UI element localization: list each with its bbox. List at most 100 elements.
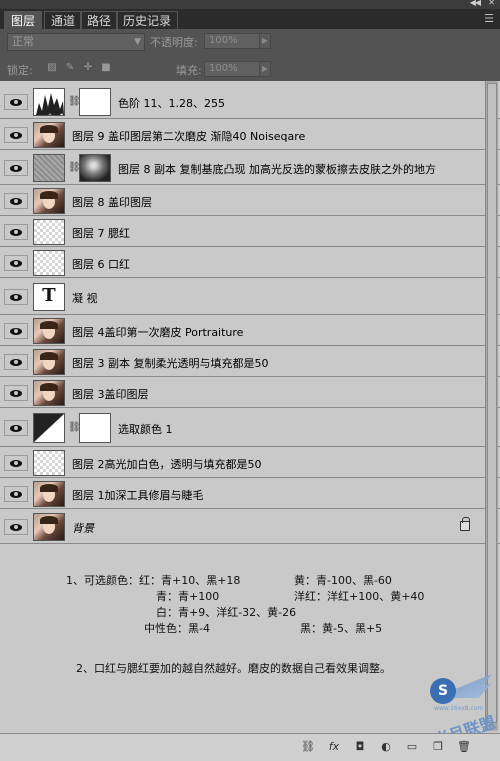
visibility-eye-icon[interactable] [4,160,28,176]
layer-name: 图层 6 口红 [72,258,130,271]
note-line: 黑：黄-5、黑+5 [300,622,383,635]
new-group-folder-icon[interactable]: ▭ [404,740,420,754]
lock-all-icon[interactable]: ■ [100,62,112,74]
note-line: 黄：青-100、黑-60 [294,574,392,587]
visibility-eye-icon[interactable] [4,193,28,209]
layer-row[interactable]: 图层 2高光加白色，透明与填充都是50 [0,448,500,478]
visibility-eye-icon[interactable] [4,255,28,271]
link-layers-icon[interactable]: ⛓ [300,740,316,754]
tab-paths[interactable]: 路径 [80,11,119,29]
layer-row[interactable]: 图层 6 口红 [0,248,500,278]
opacity-value: 100% [209,35,238,46]
visibility-eye-icon[interactable] [4,486,28,502]
layer-thumbnail [33,318,65,344]
layer-row[interactable]: 图层 4盖印第一次磨皮 Portraiture [0,316,500,346]
layers-scrollbar[interactable] [485,81,498,731]
watermark-url: www.16xx8.com [434,705,484,712]
note-line: 青：青+100 [156,590,220,603]
trash-icon[interactable]: 🗑 [456,740,472,754]
scrollbar-thumb[interactable] [487,83,497,723]
note-line: 洋红：洋红+100、黄+40 [294,590,425,603]
fill-value: 100% [209,63,238,74]
layer-row[interactable]: 图层 8 盖印图层 [0,186,500,216]
transparent-layer-thumbnail [33,250,65,276]
visibility-eye-icon[interactable] [4,420,28,436]
layer-thumbnail [33,349,65,375]
opacity-field[interactable]: 100% ▶ [204,33,271,49]
lock-icon [460,517,470,531]
note-line: 1、可选颜色：红：青+10、黑+18 [66,574,241,587]
lock-image-brush-icon[interactable]: ✎ [64,62,76,74]
opacity-label: 不透明度: [150,36,198,49]
visibility-eye-icon[interactable] [4,519,28,535]
layer-row[interactable]: ⛓ 选取颜色 1 [0,409,500,447]
layer-name: 图层 7 腮红 [72,227,130,240]
layer-thumbnail [33,188,65,214]
panel-menu-icon[interactable]: ☰ [484,12,494,25]
visibility-eye-icon[interactable] [4,289,28,305]
note-line: 白：青+9、洋红-32、黄-26 [156,606,297,619]
tab-history[interactable]: 历史记录 [116,11,179,29]
layer-style-fx-icon[interactable]: fx [326,740,342,754]
layer-name: 背景 [72,522,94,535]
layer-name: 凝 视 [72,292,98,305]
close-icon[interactable]: ✕ [488,0,495,7]
layer-row[interactable]: 图层 3盖印图层 [0,378,500,408]
layer-name: 图层 3 副本 复制柔光透明与填充都是50 [72,357,269,370]
visibility-eye-icon[interactable] [4,455,28,471]
layer-row[interactable]: 图层 9 盖印图层第二次磨皮 渐隐40 Noiseqare [0,120,500,150]
blend-mode-value: 正常 [12,35,34,48]
tab-layers[interactable]: 图层 [4,11,43,29]
layer-row[interactable]: 图层 1加深工具修眉与睫毛 [0,479,500,509]
layer-row-background[interactable]: 背景 [0,510,500,544]
layers-bottom-toolbar: ⛓ fx ◘ ◐ ▭ ❐ 🗑 [0,733,500,761]
link-chain-icon[interactable]: ⛓ [68,162,81,174]
visibility-eye-icon[interactable] [4,127,28,143]
adjustment-layer-icon[interactable]: ◐ [378,740,394,754]
layer-name: 图层 8 副本 复制基底凸现 加高光反选的蒙板擦去皮肤之外的地方 [118,163,436,176]
fill-field[interactable]: 100% ▶ [204,61,271,77]
text-layer-icon: T [42,285,56,306]
new-layer-icon[interactable]: ❐ [430,740,446,754]
visibility-eye-icon[interactable] [4,323,28,339]
visibility-eye-icon[interactable] [4,385,28,401]
panel-tabs: 图层 通道 路径 历史记录 ☰ [0,9,500,29]
layer-options-bar: 正常 ▼ 不透明度: 100% ▶ 锁定: ▨ ✎ ✛ ■ 填充: 100% ▶ [0,29,500,81]
link-chain-icon[interactable]: ⛓ [68,422,81,434]
levels-adjustment-thumbnail [33,88,65,116]
chevron-down-icon: ▼ [134,37,141,47]
add-mask-icon[interactable]: ◘ [352,740,368,754]
layer-row[interactable]: 图层 3 副本 复制柔光透明与填充都是50 [0,347,500,377]
layer-name: 图层 8 盖印图层 [72,196,152,209]
opacity-slider-arrow-icon[interactable]: ▶ [259,33,271,49]
collapse-icon[interactable]: ◀◀ [470,0,481,7]
link-chain-icon[interactable]: ⛓ [68,96,81,108]
layer-name: 图层 9 盖印图层第二次磨皮 渐隐40 Noiseqare [72,130,306,143]
note-line: 中性色：黑-4 [144,622,210,635]
layer-thumbnail [33,481,65,507]
watermark-logo: S www.16xx8.com 当月联盟 [400,674,500,750]
layer-mask-thumbnail[interactable] [79,413,111,443]
layer-name: 色阶 11、1.28、255 [118,97,225,110]
fill-slider-arrow-icon[interactable]: ▶ [259,61,271,77]
lock-transparent-icon[interactable]: ▨ [46,62,58,74]
layer-mask-thumbnail[interactable] [79,88,111,116]
text-layer-thumbnail: T [33,283,65,311]
layer-row[interactable]: 图层 7 腮红 [0,217,500,247]
transparent-layer-thumbnail [33,219,65,245]
layer-row[interactable]: ⛓ 图层 8 副本 复制基底凸现 加高光反选的蒙板擦去皮肤之外的地方 [0,151,500,185]
layer-row[interactable]: T 凝 视 [0,279,500,315]
layer-thumbnail [33,154,65,182]
visibility-eye-icon[interactable] [4,94,28,110]
blend-mode-select[interactable]: 正常 ▼ [7,33,145,51]
visibility-eye-icon[interactable] [4,354,28,370]
panel-title-bar: ◀◀ ✕ [0,0,500,9]
visibility-eye-icon[interactable] [4,224,28,240]
lock-position-move-icon[interactable]: ✛ [82,62,94,74]
layer-thumbnail [33,122,65,148]
layer-row[interactable]: ⛓ 色阶 11、1.28、255 [0,85,500,119]
layer-name: 图层 4盖印第一次磨皮 Portraiture [72,326,244,339]
tab-channels[interactable]: 通道 [44,11,83,29]
layer-mask-thumbnail[interactable] [79,154,111,182]
selective-color-adjustment-thumbnail [33,413,65,443]
